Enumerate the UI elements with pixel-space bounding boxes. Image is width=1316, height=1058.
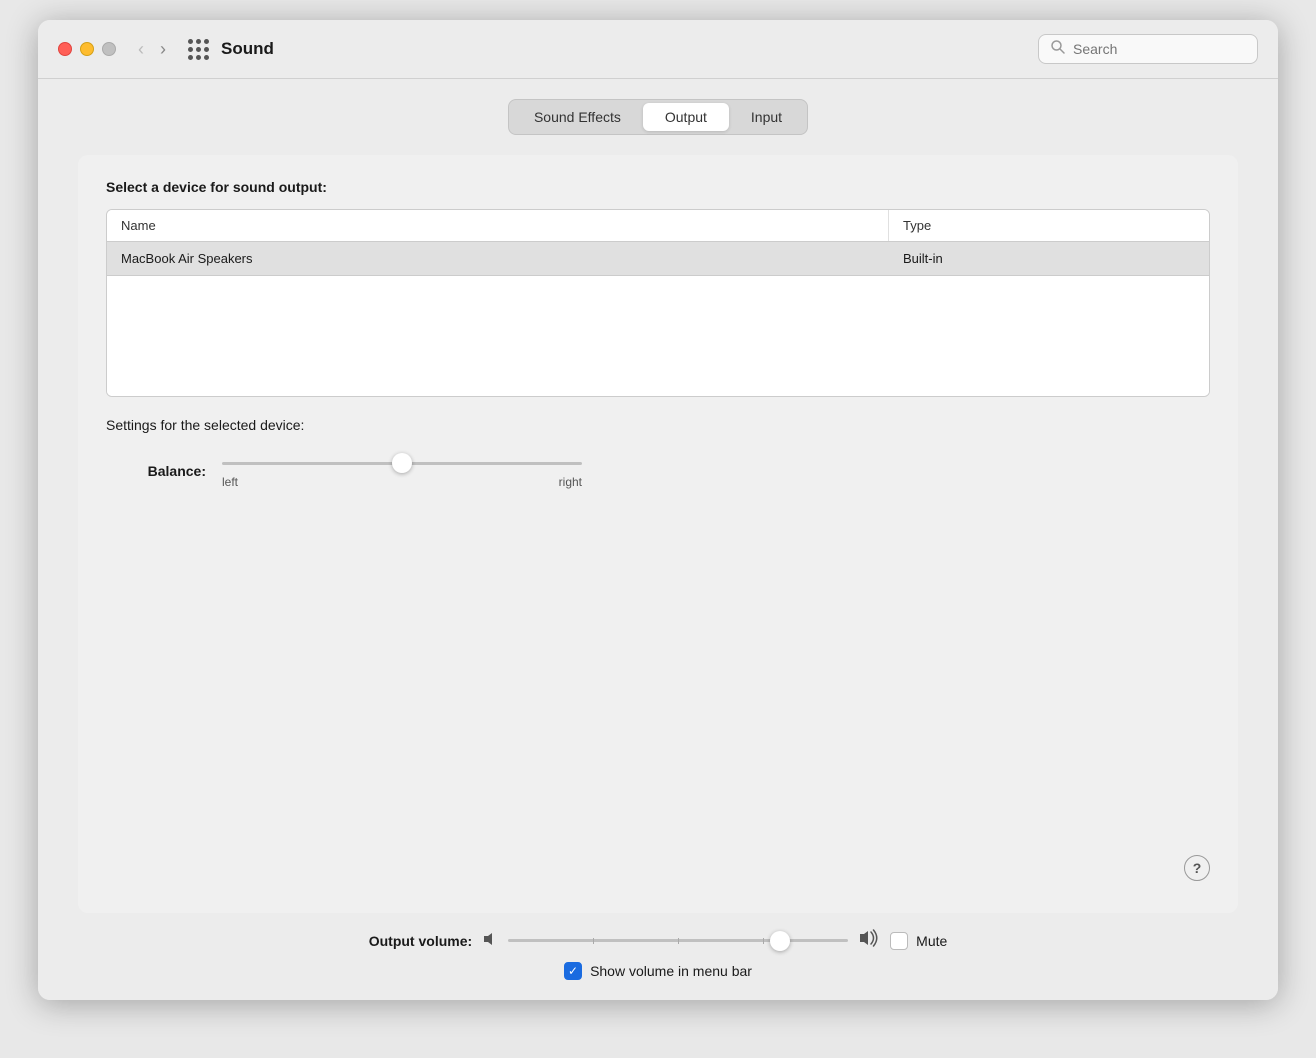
device-name: MacBook Air Speakers: [107, 242, 889, 275]
volume-tick: [678, 938, 679, 944]
close-button[interactable]: [58, 42, 72, 56]
volume-track: [508, 939, 848, 942]
balance-labels: left right: [222, 475, 582, 489]
grid-dot: [204, 39, 209, 44]
tabs: Sound Effects Output Input: [508, 99, 808, 135]
search-input[interactable]: [1073, 41, 1245, 57]
titlebar: ‹ › Sound: [38, 20, 1278, 79]
grid-dot: [188, 39, 193, 44]
forward-button[interactable]: ›: [154, 38, 172, 60]
balance-row: Balance: left right: [106, 453, 1210, 489]
volume-slider-container: [508, 931, 848, 951]
tab-output[interactable]: Output: [643, 103, 729, 131]
search-icon: [1051, 40, 1065, 58]
bottom-bar: Output volume:: [38, 913, 1278, 1000]
device-table: Name Type MacBook Air Speakers Built-in: [106, 209, 1210, 397]
settings-section-title: Settings for the selected device:: [106, 417, 1210, 433]
balance-slider[interactable]: [222, 453, 582, 473]
volume-low-icon: [482, 931, 498, 951]
show-volume-label: Show volume in menu bar: [590, 963, 752, 979]
column-name-header: Name: [107, 210, 889, 241]
balance-left-label: left: [222, 475, 238, 489]
grid-icon[interactable]: [188, 39, 209, 60]
table-header: Name Type: [107, 210, 1209, 242]
column-type-header: Type: [889, 210, 1209, 241]
tab-input[interactable]: Input: [729, 103, 804, 131]
output-volume-row: Output volume:: [78, 929, 1238, 952]
balance-right-label: right: [559, 475, 582, 489]
help-button[interactable]: ?: [1184, 855, 1210, 881]
grid-dot: [196, 47, 201, 52]
show-volume-row: ✓ Show volume in menu bar: [564, 962, 752, 980]
tab-sound-effects[interactable]: Sound Effects: [512, 103, 643, 131]
balance-thumb[interactable]: [392, 453, 412, 473]
mute-checkbox[interactable]: [890, 932, 908, 950]
grid-dot: [188, 47, 193, 52]
show-volume-checkbox[interactable]: ✓: [564, 962, 582, 980]
mute-label: Mute: [916, 933, 947, 949]
window-title: Sound: [221, 39, 1038, 59]
balance-slider-container: left right: [222, 453, 582, 489]
grid-dot: [188, 55, 193, 60]
table-row[interactable]: MacBook Air Speakers Built-in: [107, 242, 1209, 276]
help-btn-container: ?: [106, 835, 1210, 889]
volume-high-icon: [858, 929, 880, 952]
grid-dot: [204, 47, 209, 52]
balance-label: Balance:: [126, 463, 206, 479]
maximize-button[interactable]: [102, 42, 116, 56]
mute-container: Mute: [890, 932, 947, 950]
main-window: ‹ › Sound: [38, 20, 1278, 1000]
traffic-lights: [58, 42, 116, 56]
back-button[interactable]: ‹: [132, 38, 150, 60]
volume-tick: [593, 938, 594, 944]
tabs-container: Sound Effects Output Input: [78, 99, 1238, 135]
nav-buttons: ‹ ›: [132, 38, 172, 60]
device-type: Built-in: [889, 242, 1209, 275]
minimize-button[interactable]: [80, 42, 94, 56]
search-bar: [1038, 34, 1258, 64]
content-area: Sound Effects Output Input Select a devi…: [38, 79, 1278, 913]
table-empty-area: [107, 276, 1209, 396]
grid-dot: [196, 55, 201, 60]
volume-thumb[interactable]: [770, 931, 790, 951]
output-volume-label: Output volume:: [369, 933, 472, 949]
grid-dot: [196, 39, 201, 44]
volume-tick: [763, 938, 764, 944]
output-panel: Select a device for sound output: Name T…: [78, 155, 1238, 913]
grid-dot: [204, 55, 209, 60]
balance-track: [222, 462, 582, 465]
device-section-title: Select a device for sound output:: [106, 179, 1210, 195]
